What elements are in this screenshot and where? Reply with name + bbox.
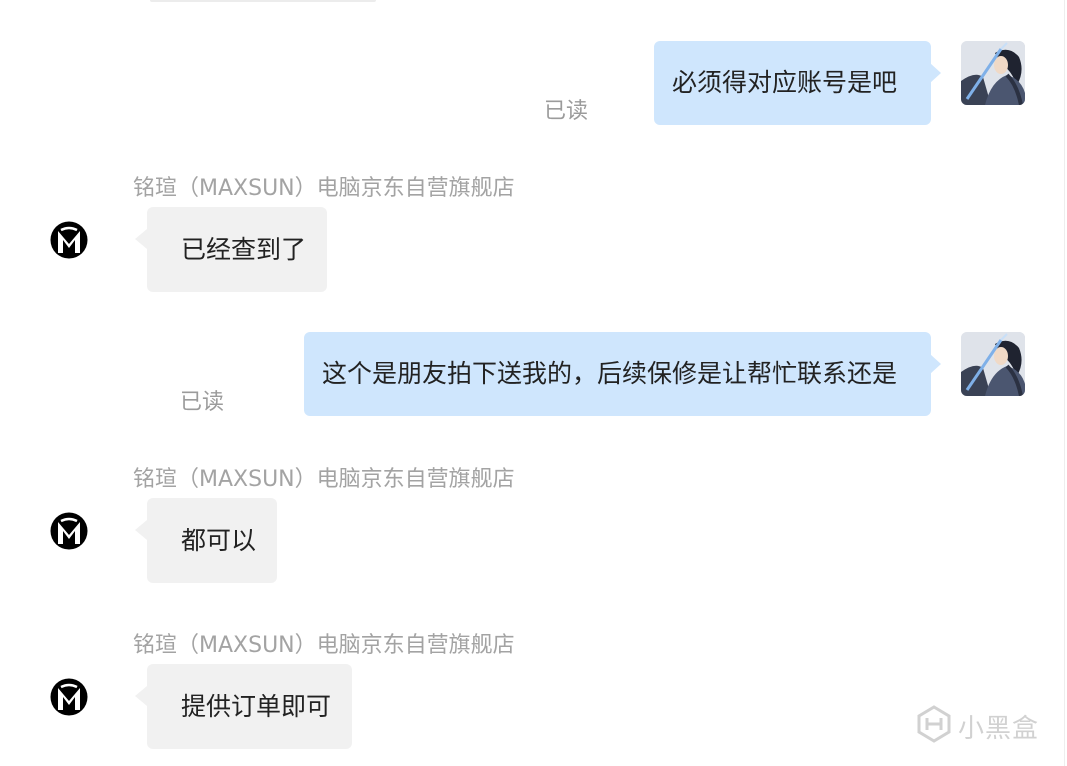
watermark-text: 小黑盒: [957, 713, 1039, 744]
maxsun-logo-icon[interactable]: [49, 511, 89, 551]
read-status: 已读: [543, 99, 588, 124]
sender-name: 铭瑄（MAXSUN）电脑京东自营旗舰店: [133, 467, 515, 492]
swordsman-avatar-icon[interactable]: [961, 332, 1025, 396]
watermark: 小黑盒: [914, 704, 1039, 748]
swordsman-avatar-icon[interactable]: [961, 41, 1025, 105]
message-bubble[interactable]: 提供订单即可: [134, 664, 353, 749]
scrollbar-track[interactable]: [1064, 0, 1065, 766]
message-bubble[interactable]: 已经查到了: [134, 207, 328, 292]
maxsun-logo-icon[interactable]: [49, 220, 89, 260]
maxsun-logo-icon[interactable]: [49, 677, 89, 717]
xiaoheihe-logo-icon: [914, 704, 954, 748]
message-bubble[interactable]: 必须得对应账号是吧: [653, 41, 942, 125]
message-bubble[interactable]: 这个是朋友拍下送我的，后续保修是让帮忙联系还是: [303, 332, 942, 416]
sender-name: 铭瑄（MAXSUN）电脑京东自营旗舰店: [133, 633, 515, 658]
previous-message-edge: [150, 0, 376, 2]
sender-name: 铭瑄（MAXSUN）电脑京东自营旗舰店: [133, 176, 515, 201]
read-status: 已读: [179, 390, 224, 415]
chat-window: 已读 必须得对应账号是吧 铭瑄（MAXSUN）电脑京东自营旗舰店 已经查到了 已…: [0, 0, 1067, 766]
message-bubble[interactable]: 都可以: [134, 498, 278, 583]
